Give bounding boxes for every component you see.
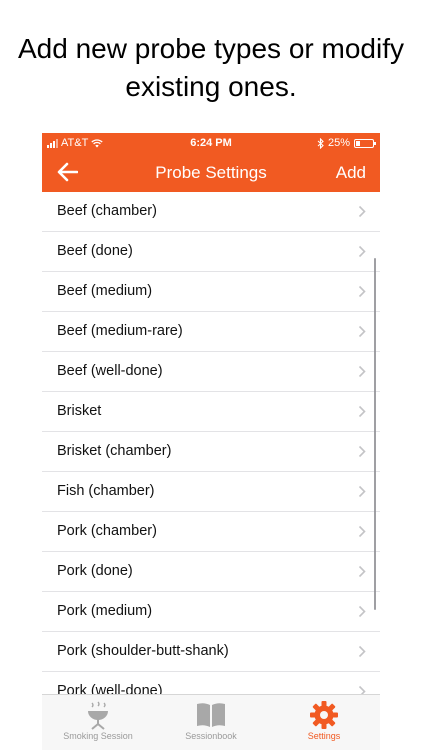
promo-headline: Add new probe types or modify existing o… [18,33,404,102]
tab-label-sessionbook: Sessionbook [185,731,237,741]
probe-list-item[interactable]: Beef (done) [42,232,380,272]
probe-list-item[interactable]: Beef (medium-rare) [42,312,380,352]
battery-icon [354,138,376,148]
chevron-right-icon [358,365,366,378]
tab-settings[interactable]: Settings [268,695,380,750]
probe-item-label: Beef (well-done) [57,363,163,379]
grill-icon [88,701,108,730]
probe-item-label: Pork (medium) [57,603,153,619]
book-icon [197,703,225,727]
phone-screen: AT&T 6:24 PM 25% Probe Settings Add Beef… [42,133,380,750]
tab-bar: Smoking Session Sessionbook Settings [42,694,380,750]
chevron-right-icon [358,445,366,458]
chevron-right-icon [358,325,366,338]
add-button[interactable]: Add [336,163,366,183]
battery-level [356,140,360,146]
chevron-right-icon [358,605,366,618]
status-bar: AT&T 6:24 PM 25% [42,133,380,153]
probe-item-label: Pork (chamber) [57,523,157,539]
chevron-right-icon [358,565,366,578]
probe-list-item[interactable]: Brisket (chamber) [42,432,380,472]
probe-item-label: Beef (chamber) [57,203,157,219]
chevron-right-icon [358,525,366,538]
probe-item-label: Beef (done) [57,243,133,259]
chevron-right-icon [358,485,366,498]
tab-smoking-session[interactable]: Smoking Session [42,695,154,750]
nav-bar: Probe Settings Add [42,153,380,192]
probe-item-label: Brisket [57,403,102,419]
tab-label-smoking-session: Smoking Session [63,731,133,741]
chevron-right-icon [358,285,366,298]
chevron-right-icon [358,205,366,218]
probe-item-label: Pork (well-done) [57,683,163,694]
status-right: 25% [317,137,376,149]
probe-list-item[interactable]: Beef (chamber) [42,192,380,232]
probe-list-item[interactable]: Beef (well-done) [42,352,380,392]
probe-item-label: Brisket (chamber) [57,443,172,459]
probe-item-label: Pork (shoulder-butt-shank) [57,643,229,659]
probe-list-item[interactable]: Beef (medium) [42,272,380,312]
chevron-right-icon [358,645,366,658]
probe-list-item[interactable]: Pork (well-done) [42,672,380,694]
tab-label-settings: Settings [307,731,341,741]
probe-item-label: Pork (done) [57,563,133,579]
probe-list-item[interactable]: Pork (medium) [42,592,380,632]
gear-icon [310,701,338,729]
chevron-right-icon [358,685,366,694]
probe-item-label: Fish (chamber) [57,483,155,499]
scroll-indicator[interactable] [373,258,376,610]
bluetooth-icon [317,137,324,149]
probe-list-item[interactable]: Brisket [42,392,380,432]
chevron-right-icon [358,405,366,418]
probe-item-label: Beef (medium-rare) [57,323,183,339]
tab-sessionbook[interactable]: Sessionbook [155,695,267,750]
chevron-right-icon [358,245,366,258]
probe-list: Beef (chamber) Beef (done) Beef (medium) Be… [42,192,380,694]
probe-list-item[interactable]: Pork (shoulder-butt-shank) [42,632,380,672]
battery-percent: 25% [327,137,350,149]
probe-list-item[interactable]: Pork (chamber) [42,512,380,552]
probe-item-label: Beef (medium) [57,283,153,299]
probe-list-item[interactable]: Fish (chamber) [42,472,380,512]
probe-list-item[interactable]: Pork (done) [42,552,380,592]
page-title: Probe Settings [155,163,267,182]
